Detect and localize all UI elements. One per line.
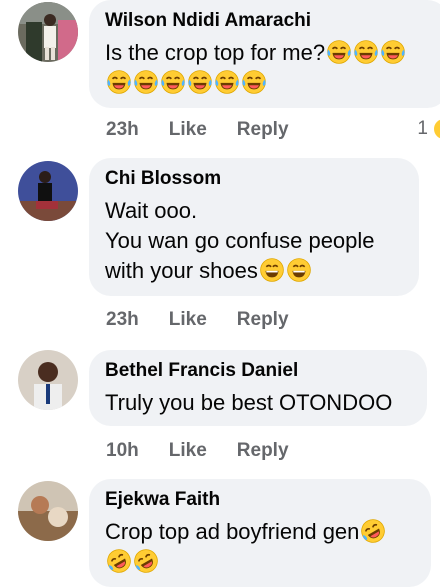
tears-of-joy-icon [326, 39, 352, 65]
comment-author[interactable]: Ejekwa Faith [105, 489, 413, 511]
comment-time[interactable]: 10h [106, 440, 139, 462]
comment-actions: 23h Like Reply [106, 119, 289, 141]
reply-button[interactable]: Reply [237, 309, 289, 331]
reaction-count-number: 1 [417, 118, 428, 139]
comment-text: Truly you be best OTONDOO [105, 390, 393, 415]
comment-author[interactable]: Bethel Francis Daniel [105, 360, 409, 382]
comment-time[interactable]: 23h [106, 119, 139, 141]
tears-of-joy-icon [380, 39, 406, 65]
comment-text-body: Crop top ad boyfriend gen [105, 519, 360, 544]
emoji-row-2 [105, 70, 267, 95]
like-button[interactable]: Like [169, 440, 207, 462]
avatar[interactable] [18, 161, 78, 221]
tears-of-joy-icon [106, 69, 132, 95]
comment-text: Wait ooo. You wan go confuse people with y… [105, 196, 401, 286]
tears-of-joy-icon [214, 69, 240, 95]
rolling-on-floor-laughing-icon [106, 548, 132, 574]
tears-of-joy-icon [353, 39, 379, 65]
comment-author[interactable]: Wilson Ndidi Amarachi [105, 10, 431, 32]
grinning-icon [259, 257, 285, 283]
like-button[interactable]: Like [169, 309, 207, 331]
emoji-row-1 [325, 40, 406, 65]
avatar[interactable] [18, 481, 78, 541]
comment-actions: 10h Like Reply [106, 440, 289, 462]
rolling-on-floor-laughing-icon [360, 518, 386, 544]
comment-bubble: Ejekwa Faith Crop top ad boyfriend gen [89, 479, 431, 587]
tears-of-joy-icon [133, 69, 159, 95]
avatar[interactable] [18, 350, 78, 410]
comment-line: You wan go confuse people [105, 228, 375, 253]
comment-bubble: Bethel Francis Daniel Truly you be best … [89, 350, 427, 426]
comment-actions: 23h Like Reply [106, 309, 289, 331]
tears-of-joy-icon [160, 69, 186, 95]
tears-of-joy-icon [241, 69, 267, 95]
comment-line: with your shoes [105, 258, 258, 283]
grinning-icon [286, 257, 312, 283]
comment-line: Wait ooo. [105, 198, 198, 223]
comment-text-body: Is the crop top for me? [105, 40, 326, 65]
reaction-count[interactable]: 1 [417, 118, 440, 140]
comment-text: Is the crop top for me? [105, 38, 431, 98]
reply-button[interactable]: Reply [237, 119, 289, 141]
comment-author[interactable]: Chi Blossom [105, 168, 401, 190]
comment-time[interactable]: 23h [106, 309, 139, 331]
reaction-emoji-icon [434, 119, 440, 139]
comment-bubble: Wilson Ndidi Amarachi Is the crop top fo… [89, 0, 440, 108]
tears-of-joy-icon [187, 69, 213, 95]
comment-bubble: Chi Blossom Wait ooo. You wan go confuse … [89, 158, 419, 296]
avatar[interactable] [18, 2, 78, 62]
reply-button[interactable]: Reply [237, 440, 289, 462]
rolling-on-floor-laughing-icon [133, 548, 159, 574]
like-button[interactable]: Like [169, 119, 207, 141]
comment-text: Crop top ad boyfriend gen [105, 517, 413, 577]
